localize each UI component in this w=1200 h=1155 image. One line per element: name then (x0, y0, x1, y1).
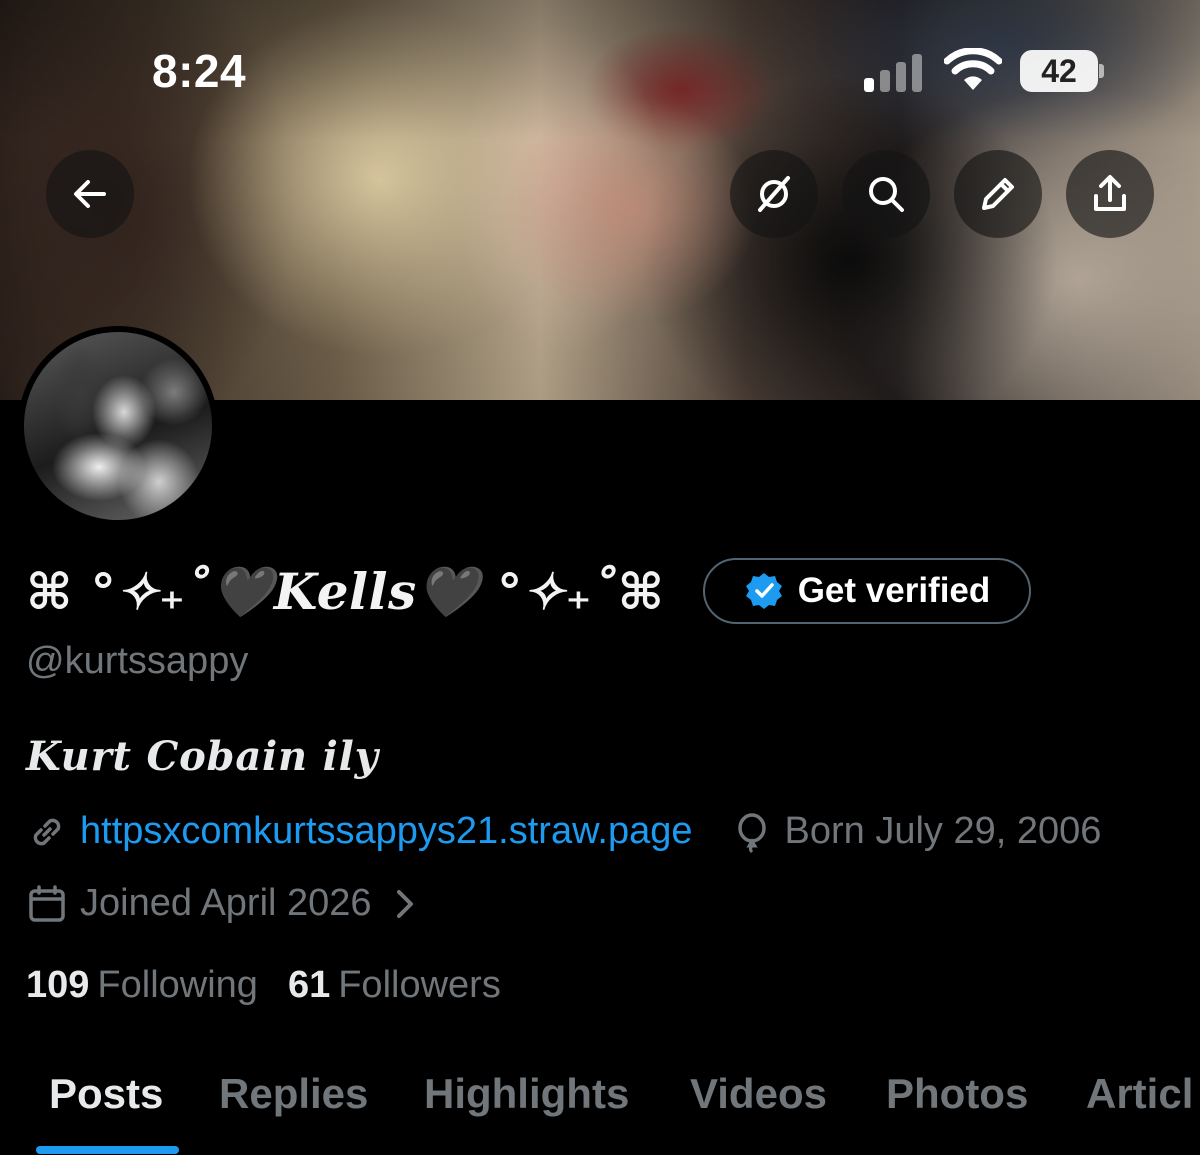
tab-posts[interactable]: Posts (49, 1070, 163, 1118)
tab-replies[interactable]: Replies (219, 1070, 368, 1118)
status-time: 8:24 (152, 45, 247, 97)
battery-level: 42 (1020, 50, 1098, 92)
edit-profile-button[interactable] (954, 150, 1042, 238)
get-verified-button[interactable]: Get verified (703, 558, 1031, 624)
display-name-row: ⌘ °✧₊˚🖤Kells🖤 °✧₊˚⌘ (26, 554, 664, 630)
website-link[interactable]: httpsxcomkurtssappys21.straw.page (80, 810, 693, 853)
followers-stat[interactable]: 61 Followers (288, 964, 501, 1007)
following-stat[interactable]: 109 Following (26, 964, 258, 1007)
verified-badge-icon (745, 573, 782, 609)
search-icon (869, 177, 904, 212)
display-name: ⌘ °✧₊˚🖤Kells🖤 °✧₊˚⌘ (26, 562, 665, 621)
tab-highlights[interactable]: Highlights (424, 1070, 629, 1118)
follow-stats: 109 Following 61 Followers (26, 964, 501, 1007)
battery-indicator: 42 (1020, 50, 1104, 92)
followers-label: Followers (338, 964, 501, 1006)
link-icon (33, 818, 61, 845)
following-count: 109 (26, 964, 90, 1006)
grok-icon (758, 176, 790, 212)
avatar[interactable] (18, 326, 218, 526)
tab-photos[interactable]: Photos (886, 1070, 1028, 1118)
following-label: Following (97, 964, 258, 1006)
get-verified-label: Get verified (797, 571, 991, 610)
birthday-text: Born July 29, 2006 (784, 810, 1102, 852)
profile-meta-row: httpsxcomkurtssappys21.straw.page Born J… (26, 810, 1101, 853)
grok-button[interactable] (730, 150, 818, 238)
joined-text: Joined April 2026 (80, 882, 372, 924)
active-tab-indicator (36, 1146, 179, 1154)
profile-tabs: Posts Replies Highlights Videos Photos A… (0, 1064, 1200, 1155)
profile-handle: @kurtssappy (26, 640, 249, 682)
tab-videos[interactable]: Videos (690, 1070, 827, 1118)
followers-count: 61 (287, 964, 331, 1006)
edit-pencil-icon (982, 178, 1014, 210)
tab-articles[interactable]: Articl (1086, 1070, 1193, 1118)
share-button[interactable] (1066, 150, 1154, 238)
share-icon (1094, 175, 1126, 211)
profile-bio: Kurt Cobain ily (26, 733, 379, 780)
cellular-signal-icon (864, 54, 922, 92)
joined-row[interactable]: Joined April 2026 (26, 882, 426, 925)
wifi-icon (944, 48, 1002, 90)
chevron-right-icon (396, 889, 413, 918)
calendar-icon (29, 884, 65, 922)
back-button[interactable] (46, 150, 134, 238)
back-arrow-icon (74, 180, 106, 208)
search-button[interactable] (842, 150, 930, 238)
avatar-image (24, 332, 212, 520)
balloon-icon (737, 812, 766, 853)
